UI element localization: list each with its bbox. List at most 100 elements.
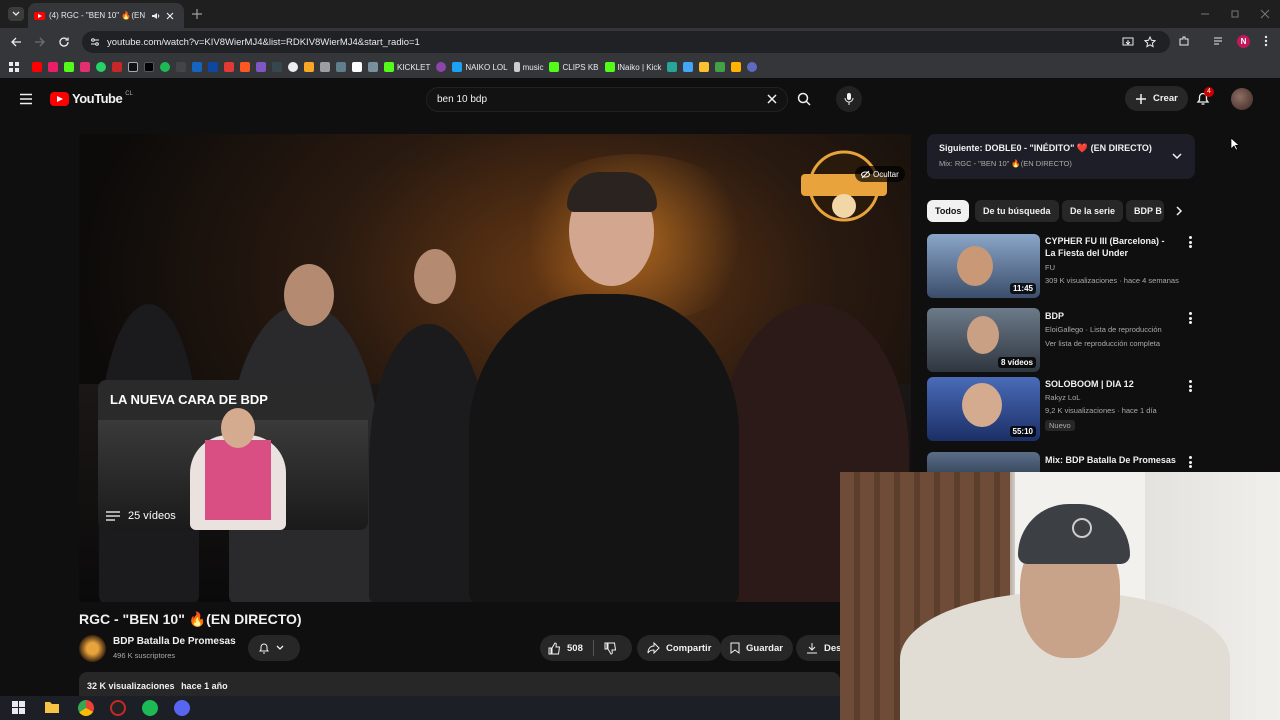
bookmark-naiko-lol[interactable]: NAIKO LOL (452, 62, 508, 72)
speaker-icon[interactable] (151, 11, 161, 21)
tiktok-bookmark-icon[interactable] (144, 62, 154, 72)
discord-taskbar-icon[interactable] (174, 700, 190, 716)
recommendation-title[interactable]: SOLOBOOM | DIA 12 (1045, 378, 1177, 390)
forward-icon[interactable] (34, 36, 46, 48)
recommendation-title[interactable]: Mix: BDP Batalla De Promesas (1045, 454, 1177, 466)
site-info-icon[interactable] (90, 37, 100, 47)
more-options-icon[interactable] (1188, 380, 1192, 392)
bookmark-icon[interactable] (747, 62, 758, 72)
recommendation-title[interactable]: CYPHER FU III (Barcelona) - La Fiesta de… (1045, 235, 1177, 259)
instagram-bookmark-icon[interactable] (80, 62, 90, 72)
bookmark-icon[interactable] (112, 62, 122, 72)
spotify-bookmark-icon[interactable] (160, 62, 170, 72)
bookmark-icon[interactable] (224, 62, 234, 72)
bookmark-icon[interactable] (715, 62, 726, 72)
reload-icon[interactable] (58, 36, 70, 48)
chevron-right-icon[interactable] (1174, 205, 1184, 217)
view-full-playlist-link[interactable]: Ver lista de reproducción completa (1045, 337, 1195, 351)
bookmark-icon[interactable] (320, 62, 330, 72)
file-explorer-icon[interactable] (44, 700, 60, 714)
install-app-icon[interactable] (1122, 36, 1134, 48)
youtube-bookmark-icon[interactable] (32, 62, 42, 72)
bookmark-icon[interactable] (272, 62, 282, 72)
windows-start-icon[interactable] (12, 701, 25, 714)
star-icon[interactable] (1144, 36, 1156, 48)
bookmark-icon[interactable] (352, 62, 362, 72)
bookmark-music[interactable]: music (513, 62, 543, 72)
bookmark-icon[interactable] (336, 62, 346, 72)
chevron-down-icon[interactable] (1171, 151, 1183, 161)
recommendation-thumbnail[interactable]: 11:45 (927, 234, 1040, 298)
recommendation-thumbnail[interactable] (927, 452, 1040, 472)
close-window-icon[interactable] (1260, 9, 1270, 19)
x-bookmark-icon[interactable] (128, 62, 138, 72)
new-tab-icon[interactable] (191, 8, 203, 20)
tab-search-button[interactable] (8, 7, 24, 21)
bookmark-icon[interactable] (192, 62, 202, 72)
chip-from-series[interactable]: De la serie (1062, 200, 1124, 222)
bookmark-clips-kb[interactable]: CLIPS KB (549, 62, 599, 72)
browser-tab[interactable]: (4) RGC - "BEN 10" 🔥(EN D (28, 3, 184, 28)
chip-all[interactable]: Todos (927, 200, 970, 222)
bookmark-icon[interactable] (208, 62, 218, 72)
whatsapp-bookmark-icon[interactable] (96, 62, 106, 72)
bookmark-icon[interactable] (304, 62, 314, 72)
dislike-icon[interactable] (604, 642, 617, 655)
minimize-icon[interactable] (1200, 9, 1210, 19)
menu-icon[interactable] (19, 93, 33, 105)
browser-menu-icon[interactable] (1263, 35, 1269, 47)
bookmark-icon[interactable] (240, 62, 250, 72)
channel-avatar[interactable] (79, 635, 106, 662)
bookmark-icon[interactable] (288, 62, 298, 72)
bookmark-kicklet[interactable]: KICKLET (384, 62, 430, 72)
recommendation-title[interactable]: BDP (1045, 310, 1177, 322)
youtube-logo[interactable]: YouTube CL (50, 91, 133, 106)
subscription-bell-button[interactable] (248, 635, 300, 661)
search-icon[interactable] (797, 92, 811, 106)
bookmark-icon[interactable] (48, 62, 58, 72)
more-options-icon[interactable] (1188, 236, 1192, 248)
next-up-panel[interactable]: Siguiente: DOBLE0 - "INÉDITO" ❤️ (EN DIR… (927, 134, 1195, 179)
recommendation-thumbnail[interactable]: 8 vídeos (927, 308, 1040, 372)
app-taskbar-icon[interactable] (110, 700, 126, 716)
extensions-icon[interactable] (1178, 35, 1190, 47)
video-player[interactable]: Ocultar (79, 134, 911, 602)
recommendation-thumbnail[interactable]: 55:10 (927, 377, 1040, 441)
notification-badge: 4 (1204, 87, 1214, 97)
close-tab-icon[interactable] (165, 11, 175, 21)
share-button[interactable]: Compartir (637, 635, 722, 661)
bookmark-naiko-kick[interactable]: lNaiko | Kick (604, 62, 661, 72)
kick-bookmark-icon[interactable] (64, 62, 74, 72)
bookmark-icon[interactable] (699, 62, 710, 72)
playlist-card[interactable]: LA NUEVA CARA DE BDP 25 vídeos (98, 380, 368, 530)
account-avatar[interactable] (1231, 88, 1253, 110)
clear-search-icon[interactable] (766, 93, 778, 105)
bookmark-icon[interactable] (256, 62, 266, 72)
chip-from-search[interactable]: De tu búsqueda (975, 200, 1059, 222)
search-input[interactable]: ben 10 bdp (426, 87, 788, 112)
chrome-taskbar-icon[interactable] (78, 700, 94, 716)
bookmark-icon[interactable] (683, 62, 694, 72)
restore-icon[interactable] (1230, 9, 1240, 19)
channel-name[interactable]: BDP Batalla De Promesas (113, 636, 236, 647)
more-options-icon[interactable] (1188, 312, 1192, 324)
bookmark-icon[interactable] (176, 62, 186, 72)
bookmark-icon[interactable] (368, 62, 378, 72)
back-icon[interactable] (10, 36, 22, 48)
spotify-taskbar-icon[interactable] (142, 700, 158, 716)
chip-bdp[interactable]: BDP B (1126, 200, 1164, 222)
profile-avatar[interactable]: N (1237, 35, 1250, 48)
media-control-icon[interactable] (1213, 35, 1225, 47)
bookmark-icon[interactable] (667, 62, 678, 72)
hide-watermark-button[interactable]: Ocultar (855, 166, 905, 182)
apps-grid-icon[interactable] (8, 61, 20, 73)
like-icon[interactable] (548, 641, 561, 655)
voice-search-button[interactable] (836, 86, 862, 112)
create-button[interactable]: Crear (1125, 86, 1188, 111)
bookmark-icon[interactable] (436, 62, 447, 72)
bookmark-icon[interactable] (731, 62, 742, 72)
notifications-button[interactable]: 4 (1195, 87, 1214, 106)
more-options-icon[interactable] (1188, 456, 1192, 468)
address-bar[interactable]: youtube.com/watch?v=KIV8WierMJ4&list=RDK… (82, 31, 1170, 53)
save-button[interactable]: Guardar (720, 635, 793, 661)
